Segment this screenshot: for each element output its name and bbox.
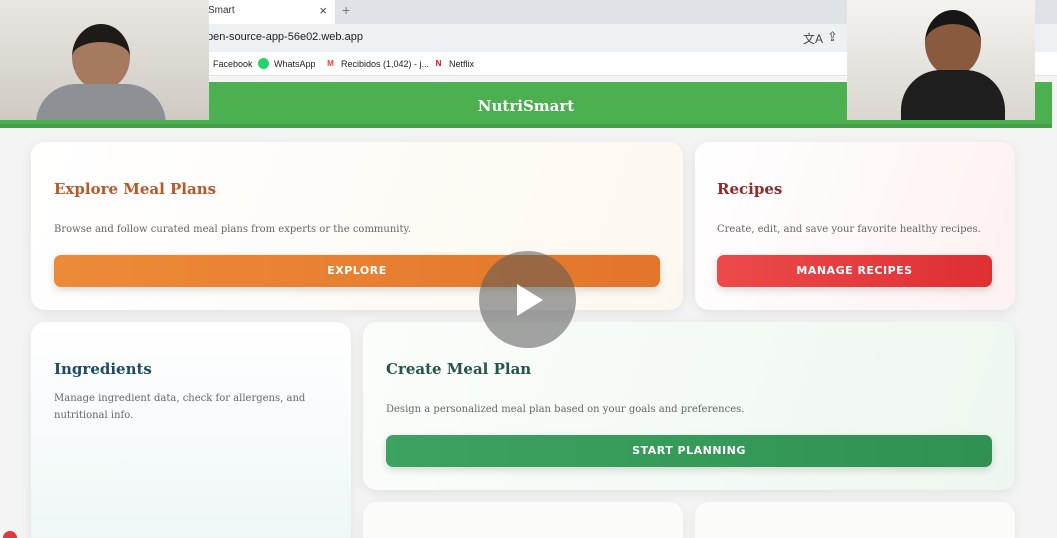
browser-tab[interactable]: Smart × [190, 0, 335, 24]
gmail-icon: M [327, 59, 334, 68]
card-partial [363, 502, 683, 538]
ingredients-card: Ingredients Manage ingredient data, chec… [31, 322, 351, 538]
person-head [72, 24, 130, 90]
translate-icon[interactable]: 文A [803, 30, 823, 47]
person-body [36, 84, 166, 120]
card-description: Design a personalized meal plan based on… [386, 404, 745, 415]
play-icon[interactable] [479, 251, 576, 348]
bookmark-label: Facebook [213, 58, 253, 69]
card-title: Recipes [717, 180, 783, 198]
card-description: Browse and follow curated meal plans fro… [54, 224, 412, 235]
card-title: Explore Meal Plans [54, 180, 217, 198]
url-field[interactable]: pen-source-app-56e02.web.app [207, 31, 363, 43]
explore-meal-plans-card: Explore Meal Plans Browse and follow cur… [31, 142, 683, 310]
card-description: Manage ingredient data, check for allerg… [54, 393, 306, 421]
manage-recipes-button[interactable]: MANAGE RECIPES [717, 255, 992, 287]
card-title: Ingredients [54, 360, 152, 378]
tab-title: Smart [208, 5, 235, 16]
netflix-icon: N [435, 59, 442, 68]
share-icon[interactable]: ⇪ [827, 29, 838, 45]
card-title: Create Meal Plan [386, 360, 532, 378]
close-tab-icon[interactable]: × [319, 3, 327, 18]
bookmark-whatsapp[interactable]: WhatsApp [258, 58, 316, 69]
bookmark-label: Netflix [449, 58, 475, 69]
bookmark-label: Recibidos (1,042) - j... [341, 58, 430, 69]
bookmark-netflix[interactable]: N Netflix [433, 58, 474, 69]
person-head [925, 10, 981, 76]
new-tab-icon[interactable]: + [342, 2, 350, 18]
create-meal-plan-card: Create Meal Plan Design a personalized m… [363, 322, 1015, 490]
header-divider [0, 124, 1052, 128]
webcam-overlay-right [847, 0, 1035, 120]
recipes-card: Recipes Create, edit, and save your favo… [695, 142, 1015, 310]
card-partial [695, 502, 1015, 538]
whatsapp-icon [258, 58, 269, 69]
record-indicator-icon [3, 531, 17, 538]
card-description: Create, edit, and save your favorite hea… [717, 224, 981, 235]
bookmark-label: WhatsApp [274, 58, 316, 69]
bookmark-gmail[interactable]: M Recibidos (1,042) - j... [325, 58, 429, 69]
start-planning-button[interactable]: START PLANNING [386, 435, 992, 467]
webcam-overlay-left [0, 0, 209, 120]
person-body [901, 70, 1005, 120]
